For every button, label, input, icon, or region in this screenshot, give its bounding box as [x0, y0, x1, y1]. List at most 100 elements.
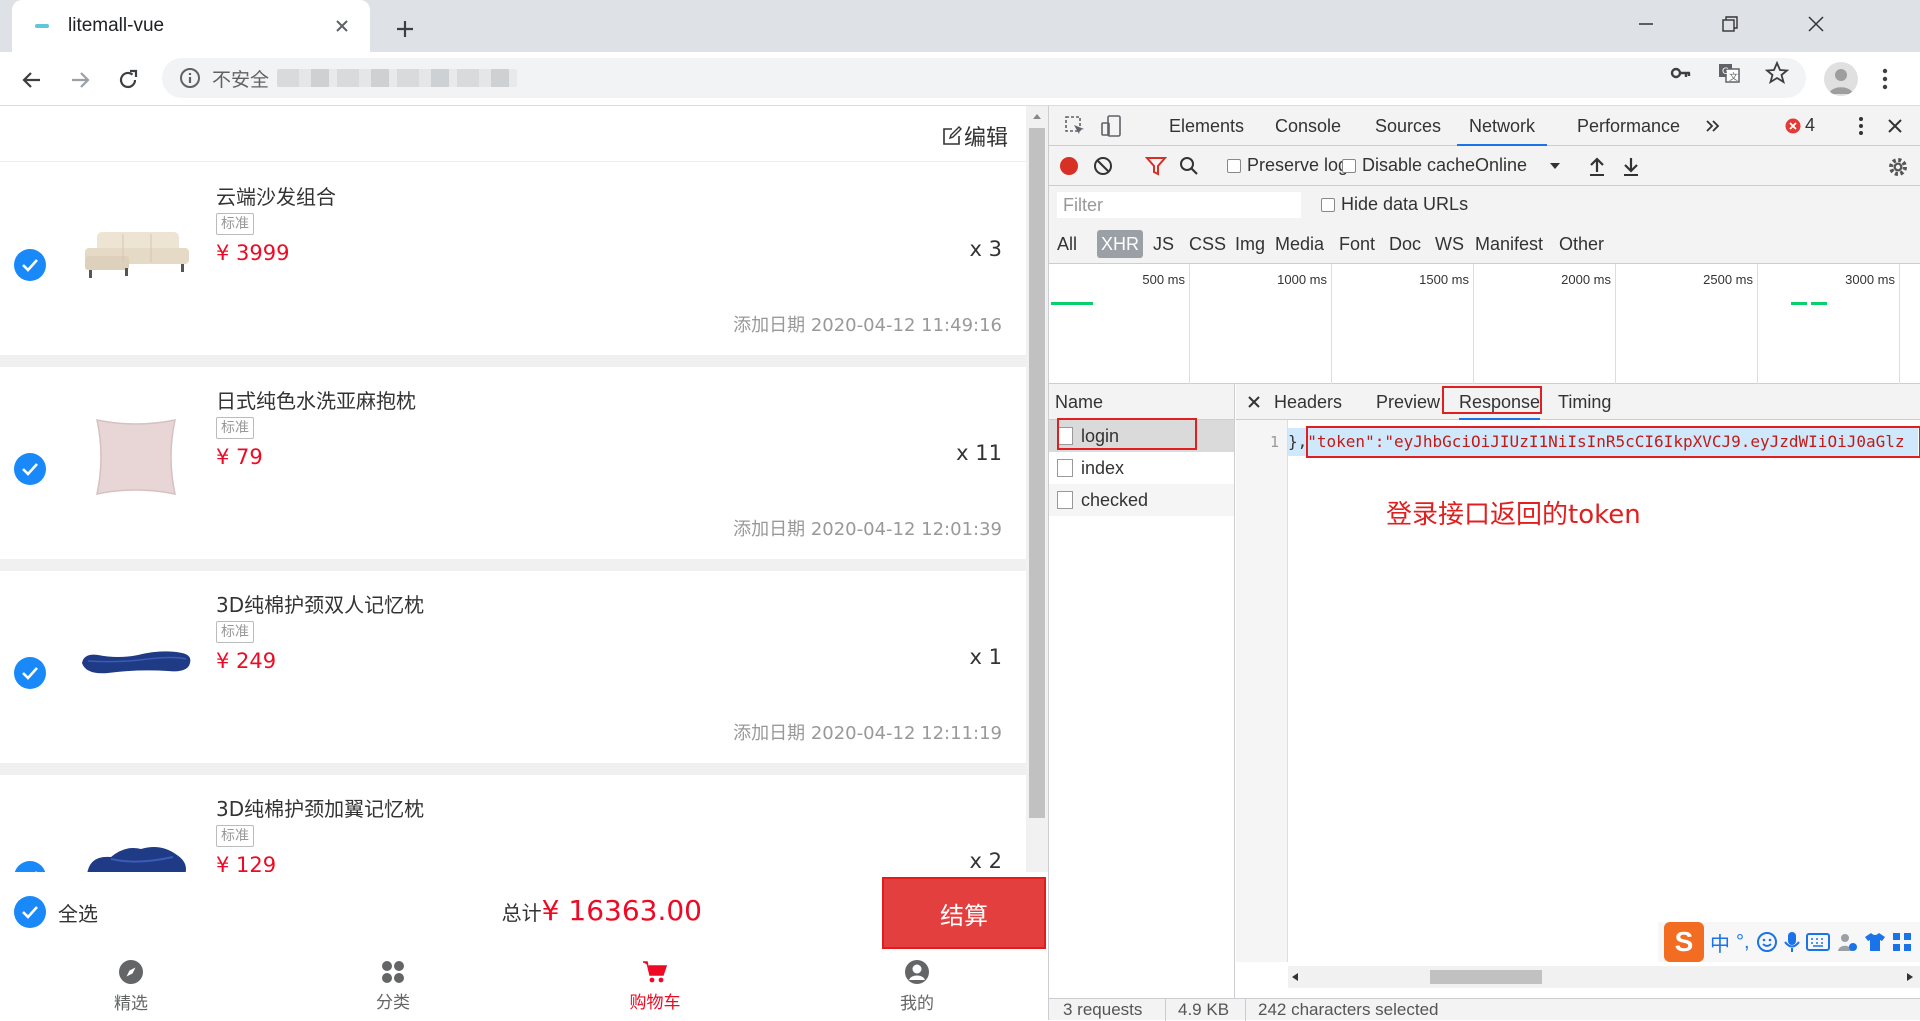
item-price: ¥ 79 [216, 445, 263, 469]
response-horizontal-scrollbar[interactable] [1288, 966, 1920, 988]
timeline-gridline [1757, 264, 1758, 384]
timeline-label: 500 ms [1142, 272, 1185, 287]
type-filter-font[interactable]: Font [1335, 230, 1379, 258]
scroll-right-icon[interactable] [1903, 971, 1917, 983]
user-settings-icon[interactable] [1836, 931, 1858, 953]
name-column-header[interactable]: Name [1049, 384, 1234, 420]
scroll-up-icon[interactable] [1026, 106, 1048, 126]
keyboard-icon[interactable] [1805, 933, 1830, 951]
type-filter-xhr[interactable]: XHR [1097, 230, 1144, 258]
disable-cache-label[interactable]: Disable cache [1362, 155, 1475, 176]
timeline-gridline [1331, 264, 1332, 384]
page-scroll-thumb[interactable] [1029, 128, 1045, 818]
info-icon[interactable] [178, 66, 202, 90]
tab-network[interactable]: Network [1457, 106, 1548, 146]
throttle-dropdown-icon[interactable] [1549, 160, 1561, 172]
import-har-icon[interactable] [1587, 156, 1607, 176]
type-filter-manifest[interactable]: Manifest [1471, 230, 1547, 258]
forward-icon[interactable] [62, 62, 98, 98]
tab-category[interactable]: 分类 [262, 952, 524, 1020]
throttle-select[interactable]: Online [1475, 155, 1527, 176]
network-settings-gear-icon[interactable] [1887, 156, 1909, 178]
item-checkbox[interactable] [14, 453, 46, 485]
document-icon [1057, 491, 1073, 509]
clear-icon[interactable] [1093, 156, 1113, 176]
tab-console[interactable]: Console [1275, 106, 1341, 146]
tab-timing[interactable]: Timing [1558, 384, 1611, 420]
disable-cache-checkbox[interactable] [1342, 159, 1356, 173]
error-badge-icon[interactable] [1785, 118, 1801, 134]
key-icon[interactable] [1668, 60, 1694, 86]
browser-tab[interactable]: litemall-vue [12, 0, 370, 52]
minimize-window-icon[interactable] [1616, 4, 1676, 44]
item-name[interactable]: 云端沙发组合 [216, 181, 336, 210]
emoji-icon[interactable] [1756, 931, 1778, 953]
back-icon[interactable] [14, 62, 50, 98]
translate-icon[interactable]: G文 [1716, 60, 1742, 86]
reload-icon[interactable] [110, 62, 146, 98]
inspect-element-icon[interactable] [1063, 114, 1087, 138]
request-checked[interactable]: checked [1049, 484, 1234, 516]
device-toolbar-icon[interactable] [1099, 114, 1123, 138]
microphone-icon[interactable] [1783, 931, 1800, 953]
type-filter-js[interactable]: JS [1149, 230, 1178, 258]
tab-close-icon[interactable] [330, 14, 354, 38]
type-filter-all[interactable]: All [1053, 230, 1081, 258]
tab-cart[interactable]: 购物车 [524, 952, 786, 1020]
type-filter-css[interactable]: CSS [1185, 230, 1230, 258]
tab-sources[interactable]: Sources [1375, 106, 1441, 146]
checkout-button[interactable]: 结算 [882, 877, 1046, 949]
item-name[interactable]: 日式纯色水洗亚麻抱枕 [216, 385, 416, 414]
export-har-icon[interactable] [1621, 156, 1641, 176]
skin-shirt-icon[interactable] [1864, 932, 1886, 952]
tab-preview[interactable]: Preview [1376, 384, 1440, 420]
close-detail-icon[interactable] [1246, 394, 1262, 410]
record-icon[interactable] [1059, 156, 1079, 176]
sogou-logo-icon[interactable]: S [1664, 922, 1704, 962]
close-devtools-icon[interactable] [1885, 116, 1905, 136]
request-index[interactable]: index [1049, 452, 1234, 484]
profile-avatar-icon[interactable] [1824, 62, 1858, 96]
item-name[interactable]: 3D纯棉护颈加翼记忆枕 [216, 793, 424, 822]
more-tabs-chevron-icon[interactable] [1703, 116, 1723, 136]
horizontal-scroll-thumb[interactable] [1430, 970, 1542, 984]
select-all-label[interactable]: 全选 [58, 898, 98, 927]
filter-input[interactable]: Filter [1057, 192, 1301, 218]
address-bar[interactable]: 不安全 [162, 58, 1806, 98]
close-window-icon[interactable] [1786, 4, 1846, 44]
bookmark-star-icon[interactable] [1764, 60, 1790, 86]
select-all-checkbox[interactable] [14, 896, 46, 928]
toolbox-grid-icon[interactable] [1892, 932, 1912, 952]
new-tab-icon[interactable] [388, 12, 422, 46]
type-filter-media[interactable]: Media [1271, 230, 1328, 258]
item-checkbox[interactable] [14, 249, 46, 281]
scroll-left-icon[interactable] [1288, 971, 1302, 983]
hide-data-urls-label[interactable]: Hide data URLs [1341, 194, 1468, 215]
item-checkbox[interactable] [14, 657, 46, 689]
hide-data-urls-checkbox[interactable] [1321, 198, 1335, 212]
devtools-panel: Elements Console Sources Network Perform… [1048, 106, 1920, 1021]
tab-elements[interactable]: Elements [1169, 106, 1244, 146]
tab-performance[interactable]: Performance [1577, 106, 1680, 146]
type-filter-other[interactable]: Other [1555, 230, 1608, 258]
ime-punctuation[interactable]: °, [1736, 931, 1750, 954]
timeline-overview[interactable]: 500 ms 1000 ms 1500 ms 2000 ms 2500 ms 3… [1049, 264, 1920, 384]
tab-featured[interactable]: 精选 [0, 952, 262, 1020]
error-count[interactable]: 4 [1805, 115, 1815, 136]
item-name[interactable]: 3D纯棉护颈双人记忆枕 [216, 589, 424, 618]
type-filter-ws[interactable]: WS [1431, 230, 1468, 258]
ime-language[interactable]: 中 [1710, 928, 1730, 957]
edit-button[interactable]: 编辑 [942, 120, 1008, 152]
preserve-log-label[interactable]: Preserve log [1247, 155, 1348, 176]
type-filter-doc[interactable]: Doc [1385, 230, 1425, 258]
filter-funnel-icon[interactable] [1145, 156, 1167, 176]
devtools-menu-icon[interactable] [1851, 116, 1871, 136]
tab-headers[interactable]: Headers [1274, 384, 1342, 420]
search-icon[interactable] [1179, 156, 1199, 176]
browser-menu-icon[interactable] [1872, 64, 1898, 94]
restore-window-icon[interactable] [1700, 4, 1760, 44]
tab-mine[interactable]: 我的 [786, 952, 1048, 1020]
type-filter-img[interactable]: Img [1231, 230, 1269, 258]
preserve-log-checkbox[interactable] [1227, 159, 1241, 173]
total-price: 总计 ¥ 16363.00 [502, 894, 702, 927]
